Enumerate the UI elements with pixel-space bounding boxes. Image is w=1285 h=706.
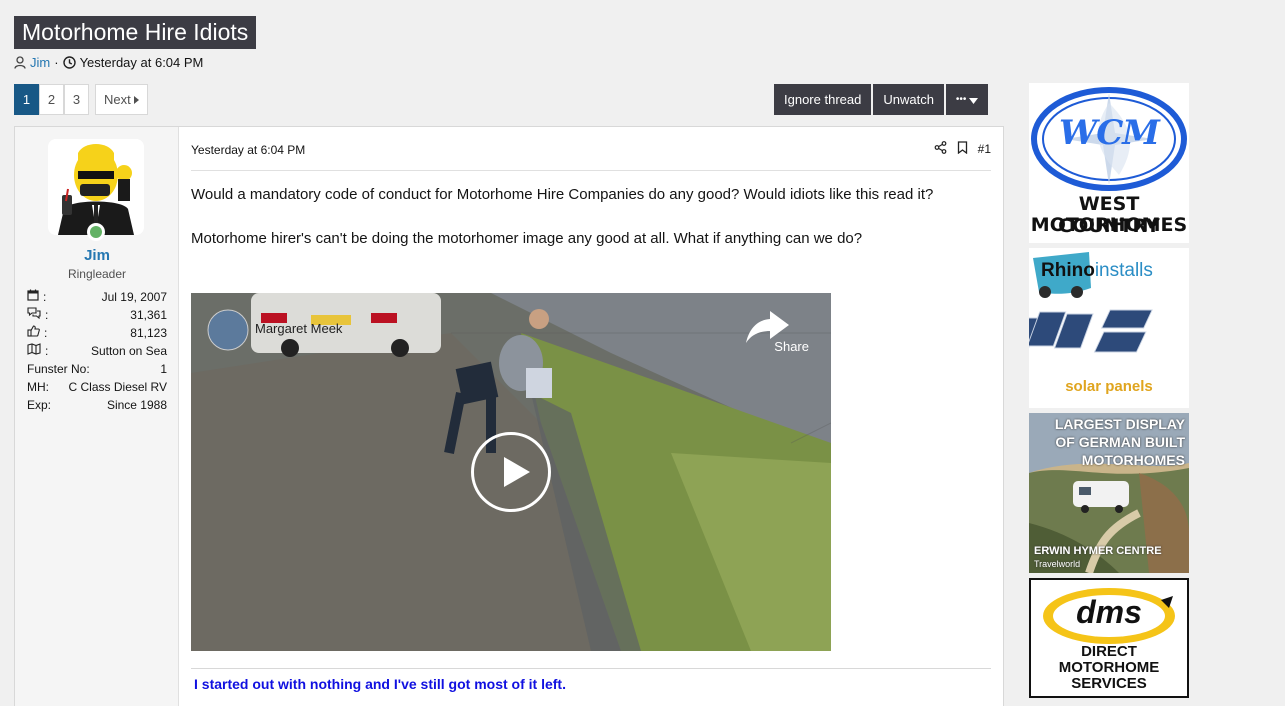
post-number-link[interactable]: #1	[978, 142, 991, 156]
erwin-hymer-ad[interactable]: LARGEST DISPLAY OF GERMAN BUILT MOTORHOM…	[1029, 413, 1189, 573]
rhino-brand: Rhinoinstalls	[1041, 260, 1153, 282]
post-body: Would a mandatory code of conduct for Mo…	[191, 184, 1001, 272]
pagination: 1 2 3 Next	[14, 84, 148, 115]
rhino-installs-ad[interactable]: Rhinoinstalls solar panels	[1029, 248, 1189, 408]
dms-line1: DIRECT	[1081, 643, 1137, 660]
rhino-caption: solar panels	[1065, 378, 1153, 395]
next-label: Next	[104, 92, 131, 107]
thread-date[interactable]: Yesterday at 6:04 PM	[80, 55, 204, 70]
stat-label: Funster No:	[27, 362, 90, 376]
stat-value: Since 1988	[106, 398, 167, 412]
dms-line2: MOTORHOME	[1058, 659, 1160, 676]
chevron-down-icon	[969, 84, 979, 115]
user-stats: : Jul 19, 2007 : 31,361 : 81,123: Sutto…	[27, 288, 167, 414]
bookmark-icon[interactable]	[957, 141, 968, 157]
page-1-button[interactable]: 1	[14, 84, 39, 115]
post-card: Jim Ringleader : Jul 19, 2007 : 31,361:…	[14, 126, 1004, 706]
share-icon[interactable]	[934, 141, 947, 157]
stat-funster-no: Funster No: 1	[27, 360, 167, 378]
dms-ad[interactable]: dms DIRECT MOTORHOME SERVICES	[1029, 578, 1189, 698]
play-icon[interactable]	[471, 432, 551, 512]
stat-label: :	[44, 326, 48, 340]
clock-icon	[62, 56, 76, 69]
post-paragraph: Would a mandatory code of conduct for Mo…	[191, 186, 934, 203]
stat-label: MH:	[27, 380, 49, 394]
post-tools: #1	[934, 141, 991, 157]
thread-actions: Ignore thread Unwatch •••	[774, 84, 989, 115]
next-page-button[interactable]: Next	[95, 84, 148, 115]
chevron-right-icon	[133, 85, 139, 114]
video-channel-name[interactable]: Margaret Meek	[255, 321, 342, 336]
stat-value: 81,123	[130, 326, 167, 340]
hymer-line3: MOTORHOMES	[1081, 452, 1185, 468]
sidebar-ads: WCM WEST COUNTRY MOTORHOMES Rhinoinstall…	[1029, 83, 1189, 703]
stat-joined: : Jul 19, 2007	[27, 288, 167, 306]
stat-location: : Sutton on Sea	[27, 342, 167, 360]
hymer-line2: OF GERMAN BUILT	[1055, 434, 1185, 450]
post-paragraph: Motorhome hirer's can't be doing the mot…	[191, 230, 863, 247]
user-info-panel: Jim Ringleader : Jul 19, 2007 : 31,361:…	[15, 127, 179, 706]
post-date-link[interactable]: Yesterday at 6:04 PM	[191, 143, 305, 157]
stat-value: 31,361	[130, 308, 167, 322]
stat-value: C Class Diesel RV	[68, 380, 167, 394]
video-embed[interactable]: Margaret Meek Share	[191, 293, 831, 651]
page-3-button[interactable]: 3	[64, 84, 89, 115]
dms-line3: SERVICES	[1071, 675, 1147, 692]
online-status-indicator	[87, 223, 105, 241]
thread-title: Motorhome Hire Idiots	[14, 16, 257, 49]
post-header: Yesterday at 6:04 PM #1	[191, 141, 991, 171]
dms-logo-text: dms	[1076, 594, 1142, 630]
stat-label: :	[43, 290, 47, 304]
signature: I started out with nothing and I've stil…	[191, 668, 991, 699]
messages-icon	[27, 306, 41, 324]
hymer-sub: Travelworld	[1034, 559, 1081, 569]
unwatch-button[interactable]: Unwatch	[873, 84, 944, 115]
stat-messages: : 31,361	[27, 306, 167, 324]
wcm-logo-text: WCM	[1059, 113, 1160, 153]
thread-meta: Jim · Yesterday at 6:04 PM	[14, 55, 203, 70]
stat-label: :	[45, 344, 49, 358]
wcm-line2: MOTORHOMES	[1030, 214, 1188, 236]
video-share-label: Share	[774, 339, 809, 354]
thread-author-link[interactable]: Jim	[30, 55, 50, 70]
ignore-thread-button[interactable]: Ignore thread	[774, 84, 872, 115]
video-share-button[interactable]: Share	[774, 339, 809, 354]
user-icon	[14, 56, 26, 69]
hymer-footer: ERWIN HYMER CENTRE	[1034, 545, 1162, 557]
user-title: Ringleader	[67, 267, 127, 281]
more-options-button[interactable]: •••	[945, 84, 989, 115]
meta-separator: ·	[54, 55, 59, 70]
map-icon	[27, 342, 41, 360]
username-link[interactable]: Jim	[15, 247, 179, 264]
thumbs-up-icon	[27, 324, 40, 342]
stat-reactions: : 81,123	[27, 324, 167, 342]
stat-value: Sutton on Sea	[90, 344, 167, 358]
stat-label: :	[45, 308, 49, 322]
stat-value: 1	[160, 362, 167, 376]
west-country-motorhomes-ad[interactable]: WCM WEST COUNTRY MOTORHOMES	[1029, 83, 1189, 243]
page-2-button[interactable]: 2	[39, 84, 64, 115]
more-dots: •••	[955, 94, 967, 105]
stat-value: Jul 19, 2007	[101, 290, 167, 304]
hymer-line1: LARGEST DISPLAY	[1054, 416, 1185, 432]
stat-mh: MH: C Class Diesel RV	[27, 378, 167, 396]
rhino-brand-1: Rhino	[1041, 260, 1095, 281]
rhino-brand-2: installs	[1094, 260, 1153, 281]
stat-label: Exp:	[27, 398, 52, 412]
stat-exp: Exp: Since 1988	[27, 396, 167, 414]
avatar[interactable]	[48, 139, 144, 235]
calendar-icon	[27, 288, 39, 306]
